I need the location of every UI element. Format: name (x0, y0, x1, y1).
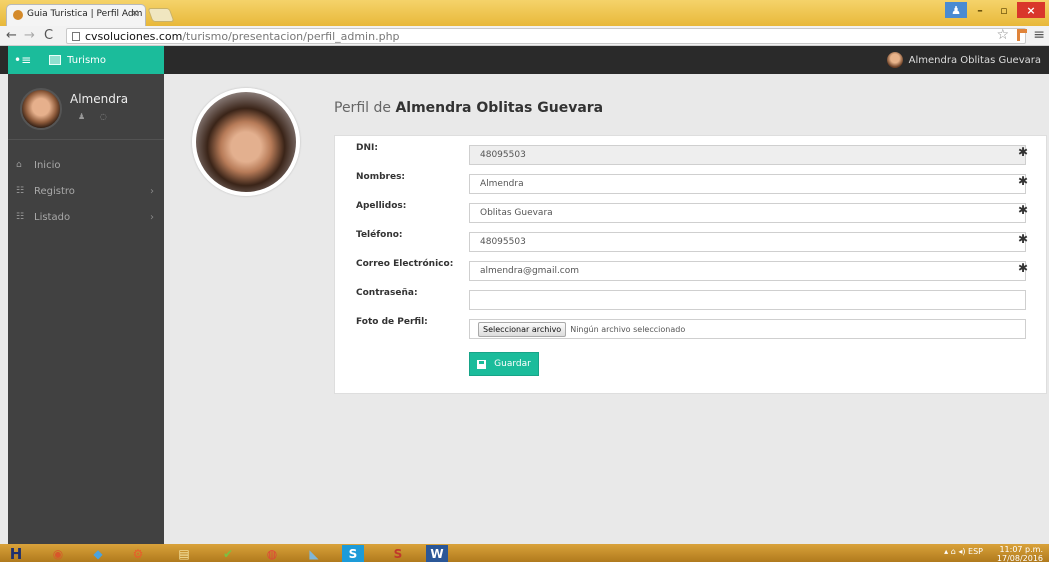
sidebar-avatar (20, 88, 62, 130)
sidebar-user-name: Almendra (70, 92, 129, 106)
maximize-button[interactable]: ▫ (993, 2, 1015, 18)
profile-form: DNI: ✱ Nombres: ✱ Apellidos: ✱ Teléfono:… (334, 135, 1047, 394)
close-window-button[interactable]: × (1017, 2, 1045, 18)
sidebar-item-label: Inicio (34, 159, 61, 171)
sidebar-profile: Almendra ♟ ◌ (8, 74, 164, 140)
grid-icon: ☷ (16, 212, 25, 222)
taskbar-app-h-icon[interactable]: H (2, 545, 30, 562)
sidebar-toggle-icon[interactable]: •≡ (14, 53, 31, 67)
app-header: •≡ Turismo Almendra Oblitas Guevara (0, 46, 1049, 74)
save-button[interactable]: Guardar (469, 352, 539, 376)
taskbar-app-icon[interactable]: ◣ (300, 545, 328, 562)
photo-file-input[interactable]: Seleccionar archivo Ningún archivo selec… (469, 319, 1026, 339)
correo-label: Correo Electrónico: (356, 259, 454, 269)
taskbar-skype-icon[interactable]: S (342, 545, 364, 562)
form-row-correo: Correo Electrónico: ✱ (335, 257, 1048, 281)
menu-icon[interactable]: ≡ (1033, 27, 1045, 43)
form-row-contrasena: Contraseña: (335, 286, 1048, 310)
avatar (886, 52, 903, 68)
taskbar-word-icon[interactable]: W (426, 545, 448, 562)
sidebar-item-inicio[interactable]: ⌂ Inicio (8, 152, 164, 178)
star-icon[interactable]: ☆ (996, 27, 1009, 43)
minimize-button[interactable]: – (969, 2, 991, 18)
system-tray[interactable]: ▴ ⌂ ◂) ESP (944, 547, 983, 556)
select-file-button[interactable]: Seleccionar archivo (478, 321, 567, 337)
page-icon (72, 32, 80, 41)
os-taskbar: H ◉ ◆ ⚙ ▤ ✔ ◍ ◣ S S W ▴ ⌂ ◂) ESP 11:07 p… (0, 544, 1049, 562)
taskbar-app-check-icon[interactable]: ✔ (214, 545, 242, 562)
page-title-name: Almendra Oblitas Guevara (395, 100, 604, 116)
dni-label: DNI: (356, 143, 378, 153)
email-field[interactable] (469, 261, 1026, 281)
dni-field[interactable] (469, 145, 1026, 165)
extension-icon[interactable] (1017, 29, 1027, 41)
password-field[interactable] (469, 290, 1026, 310)
file-status: Ningún archivo seleccionado (570, 324, 686, 334)
page-title-prefix: Perfil de (334, 100, 391, 116)
profile-photo (192, 88, 300, 196)
taskbar-virtualbox-icon[interactable]: ◆ (84, 545, 112, 562)
sidebar-user-actions-icon[interactable]: ♟ ◌ (78, 112, 113, 121)
taskbar-explorer-icon[interactable]: ▤ (170, 545, 198, 562)
taskbar-xampp-icon[interactable]: ⚙ (124, 545, 152, 562)
new-tab-button[interactable] (147, 8, 175, 22)
grid-icon: ☷ (16, 186, 25, 196)
url-host: cvsoluciones.com (85, 30, 183, 43)
nombres-label: Nombres: (356, 172, 406, 182)
sidebar: Almendra ♟ ◌ ⌂ Inicio ☷ Registro › ☷ Lis… (8, 74, 164, 544)
brand-bar: •≡ Turismo (8, 46, 164, 74)
taskbar-firefox-icon[interactable]: ◉ (44, 545, 72, 562)
form-row-foto: Foto de Perfil: Seleccionar archivo Ning… (335, 315, 1048, 339)
taskbar-sublime-icon[interactable]: S (384, 545, 412, 562)
nombres-field[interactable] (469, 174, 1026, 194)
profile-icon[interactable]: ♟ (945, 2, 967, 18)
save-button-label: Guardar (494, 359, 531, 369)
window-controls: ♟ – ▫ × (945, 2, 1045, 18)
reload-icon[interactable]: C (44, 28, 53, 43)
sidebar-item-registro[interactable]: ☷ Registro › (8, 178, 164, 204)
dashboard-icon: ⌂ (16, 160, 22, 170)
taskbar-chrome-icon[interactable]: ◍ (258, 545, 286, 562)
form-row-dni: DNI: ✱ (335, 141, 1048, 165)
address-bar-row: ← → C cvsoluciones.com/turismo/presentac… (0, 26, 1049, 46)
url-field[interactable]: cvsoluciones.com/turismo/presentacion/pe… (66, 28, 1026, 44)
form-row-telefono: Teléfono: ✱ (335, 228, 1048, 252)
required-icon: ✱ (1017, 261, 1028, 275)
brand-logo-icon (49, 55, 62, 65)
tab-close-icon[interactable]: × (131, 8, 139, 19)
header-user-menu[interactable]: Almendra Oblitas Guevara (886, 52, 1041, 68)
sidebar-item-label: Listado (34, 211, 71, 223)
contrasena-label: Contraseña: (356, 288, 418, 298)
chevron-right-icon: › (150, 211, 154, 223)
form-row-nombres: Nombres: ✱ (335, 170, 1048, 194)
sidebar-item-listado[interactable]: ☷ Listado › (8, 204, 164, 230)
telefono-label: Teléfono: (356, 230, 403, 240)
chevron-right-icon: › (150, 185, 154, 197)
apellidos-label: Apellidos: (356, 201, 407, 211)
header-user-name: Almendra Oblitas Guevara (908, 54, 1041, 66)
page-title: Perfil de Almendra Oblitas Guevara (334, 100, 603, 116)
browser-tab[interactable]: Guia Turistica | Perfil Adm × (6, 4, 146, 26)
floppy-disk-icon (477, 359, 487, 369)
taskbar-clock[interactable]: 11:07 p.m. 17/08/2016 (997, 545, 1043, 562)
sidebar-item-label: Registro (34, 185, 75, 197)
form-row-apellidos: Apellidos: ✱ (335, 199, 1048, 223)
foto-label: Foto de Perfil: (356, 317, 428, 327)
required-icon: ✱ (1017, 232, 1028, 246)
tab-favicon-icon (13, 10, 23, 20)
browser-titlebar: Guia Turistica | Perfil Adm × ♟ – ▫ × (0, 0, 1049, 26)
forward-icon[interactable]: → (24, 28, 35, 43)
tab-title: Guia Turistica | Perfil Adm (27, 9, 143, 19)
clock-time: 11:07 p.m. (999, 545, 1043, 554)
required-icon: ✱ (1017, 145, 1028, 159)
required-icon: ✱ (1017, 174, 1028, 188)
back-icon[interactable]: ← (6, 28, 17, 43)
clock-date: 17/08/2016 (996, 554, 1043, 562)
apellidos-field[interactable] (469, 203, 1026, 223)
required-icon: ✱ (1017, 203, 1028, 217)
brand-name[interactable]: Turismo (67, 55, 106, 66)
main-content: Perfil de Almendra Oblitas Guevara DNI: … (164, 74, 1049, 544)
telefono-field[interactable] (469, 232, 1026, 252)
url-path: /turismo/presentacion/perfil_admin.php (182, 30, 400, 43)
